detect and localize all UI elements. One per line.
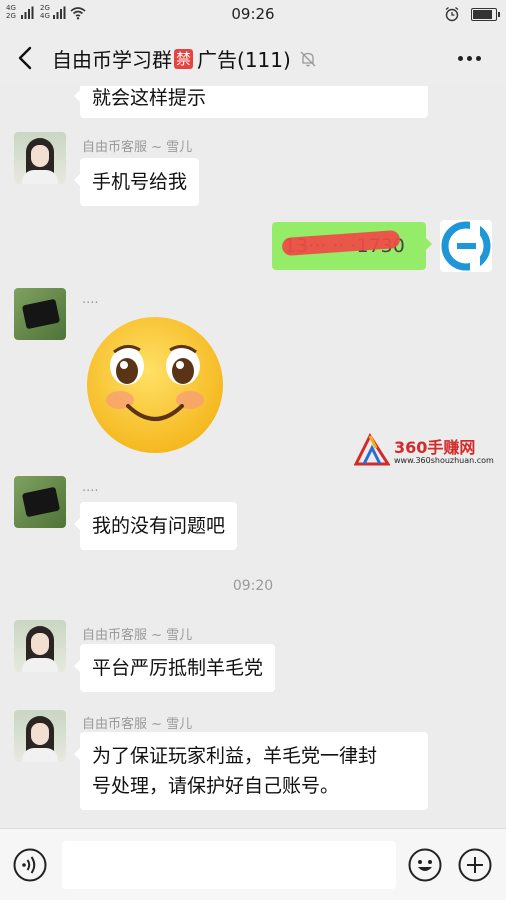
sender-name: .... — [82, 292, 99, 307]
more-dots-icon[interactable] — [458, 56, 481, 61]
message-text-line: 为了保证玩家利益，羊毛党一律封 — [92, 745, 378, 767]
smiley-sticker[interactable] — [84, 314, 226, 456]
chat-title: 自由币学习群 禁 广告(111) — [52, 44, 317, 73]
status-bar: 4G 2G 2G 4G 09:26 — [0, 0, 506, 30]
sender-name: 自由币客服 ~ 雪儿 — [82, 140, 193, 155]
watermark-brand: 360手赚网 — [394, 438, 476, 457]
message-text: 手机号给我 — [92, 171, 188, 193]
chat-title-member-count: 广告(111) — [197, 48, 291, 72]
message-bubble[interactable]: 手机号给我 — [73, 158, 200, 206]
plus-icon[interactable] — [458, 848, 492, 882]
avatar-xueer[interactable] — [14, 710, 66, 762]
avatar-xueer[interactable] — [14, 620, 66, 672]
self-avatar-logo-icon — [441, 221, 491, 271]
watermark-url: www.360shouzhuan.com — [394, 456, 494, 465]
message-bubble[interactable]: 为了保证玩家利益，羊毛党一律封 号处理，请保护好自己账号。 — [74, 732, 428, 810]
status-time: 09:26 — [231, 5, 275, 23]
avatar-wallet[interactable] — [14, 288, 66, 340]
chat-header: 自由币学习群 禁 广告(111) — [0, 30, 506, 86]
sender-name: 自由币客服 ~ 雪儿 — [82, 628, 193, 643]
self-avatar[interactable] — [440, 220, 492, 272]
back-arrow-icon[interactable] — [14, 44, 38, 72]
message-text: 就会这样提示 — [92, 87, 207, 109]
ban-badge: 禁 — [174, 48, 194, 69]
avatar-xueer[interactable] — [14, 132, 66, 184]
emoji-icon[interactable] — [408, 848, 442, 882]
battery-icon — [471, 8, 500, 21]
sender-name: 自由币客服 ~ 雪儿 — [82, 717, 193, 732]
message-bubble-partial[interactable]: 就会这样提示 — [74, 86, 428, 118]
self-message-bubble[interactable]: 13··· ·· ·1730 — [272, 222, 432, 270]
sender-name: .... — [82, 480, 99, 495]
input-bar — [0, 828, 506, 900]
mute-bell-icon — [300, 51, 316, 66]
watermark-logo-icon — [354, 432, 390, 466]
message-bubble[interactable]: 平台严厉抵制羊毛党 — [73, 644, 276, 692]
message-text-line: 号处理，请保护好自己账号。 — [92, 775, 340, 797]
message-text: 平台严厉抵制羊毛党 — [92, 657, 264, 679]
chat-timestamp: 09:20 — [232, 578, 274, 594]
message-bubble[interactable]: 我的没有问题吧 — [73, 502, 238, 550]
watermark: 360手赚网 www.360shouzhuan.com — [354, 432, 504, 468]
message-text: 我的没有问题吧 — [92, 515, 226, 537]
avatar-wallet[interactable] — [14, 476, 66, 528]
chat-title-group-name: 自由币学习群 — [52, 48, 172, 72]
message-input[interactable] — [62, 841, 396, 889]
alarm-icon — [445, 6, 459, 22]
voice-icon[interactable] — [13, 848, 47, 882]
